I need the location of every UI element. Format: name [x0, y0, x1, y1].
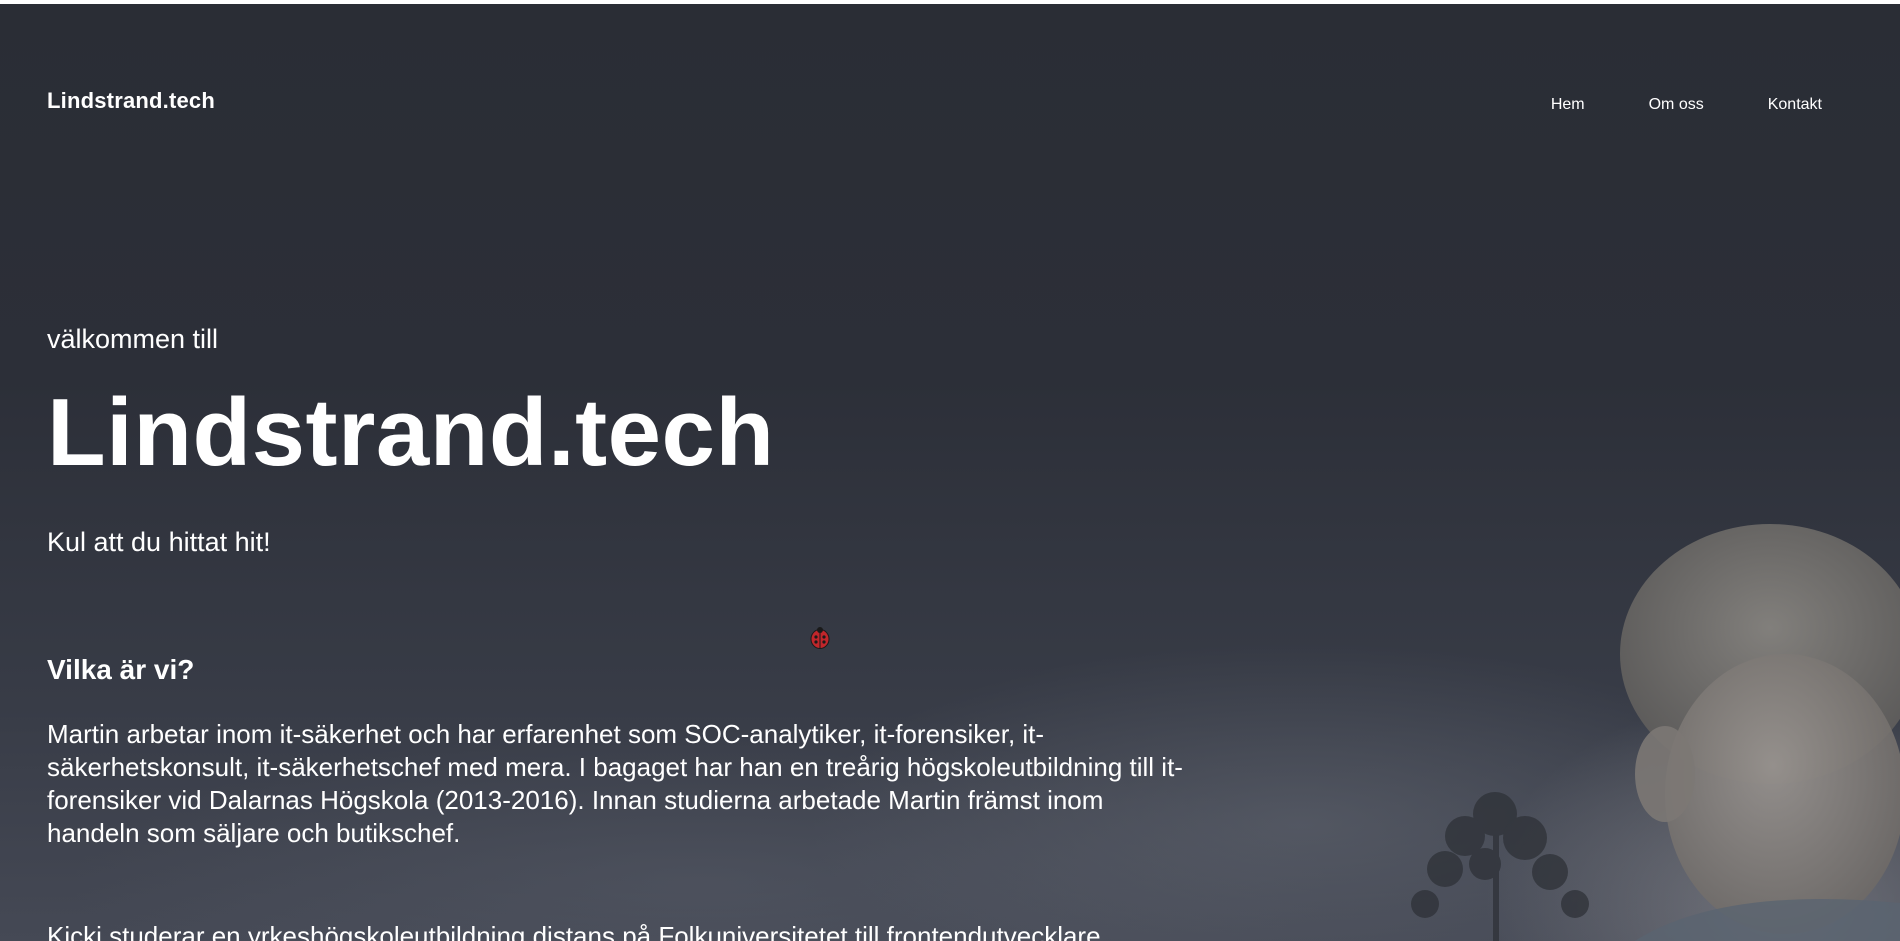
welcome-text: välkommen till — [47, 324, 219, 354]
nav-item-hem[interactable]: Hem — [1519, 96, 1617, 114]
nav-item-om-oss[interactable]: Om oss — [1617, 96, 1736, 114]
site-logo[interactable]: Lindstrand.tech — [47, 88, 215, 114]
hero-tagline: Kul att du hittat hit! — [47, 527, 271, 557]
about-heading: Vilka är vi? — [47, 654, 195, 685]
about-paragraph-kicki: Kicki studerar en yrkeshögskoleutbildnin… — [47, 921, 1101, 941]
hero-section: välkommen till Lindstrand.tech Kul att d… — [47, 324, 1247, 941]
background-person — [1620, 524, 1900, 941]
page: Lindstrand.tech Hem Om oss Kontakt välko… — [0, 4, 1900, 941]
about-paragraph-martin: Martin arbetar inom it-säkerhet och har … — [47, 719, 1183, 848]
main-nav: Hem Om oss Kontakt — [1519, 96, 1822, 114]
nav-item-kontakt[interactable]: Kontakt — [1736, 96, 1822, 114]
site-header: Lindstrand.tech Hem Om oss Kontakt — [0, 4, 1900, 144]
ladybug-cursor-icon — [810, 627, 830, 649]
hero-title: Lindstrand.tech — [47, 379, 775, 486]
